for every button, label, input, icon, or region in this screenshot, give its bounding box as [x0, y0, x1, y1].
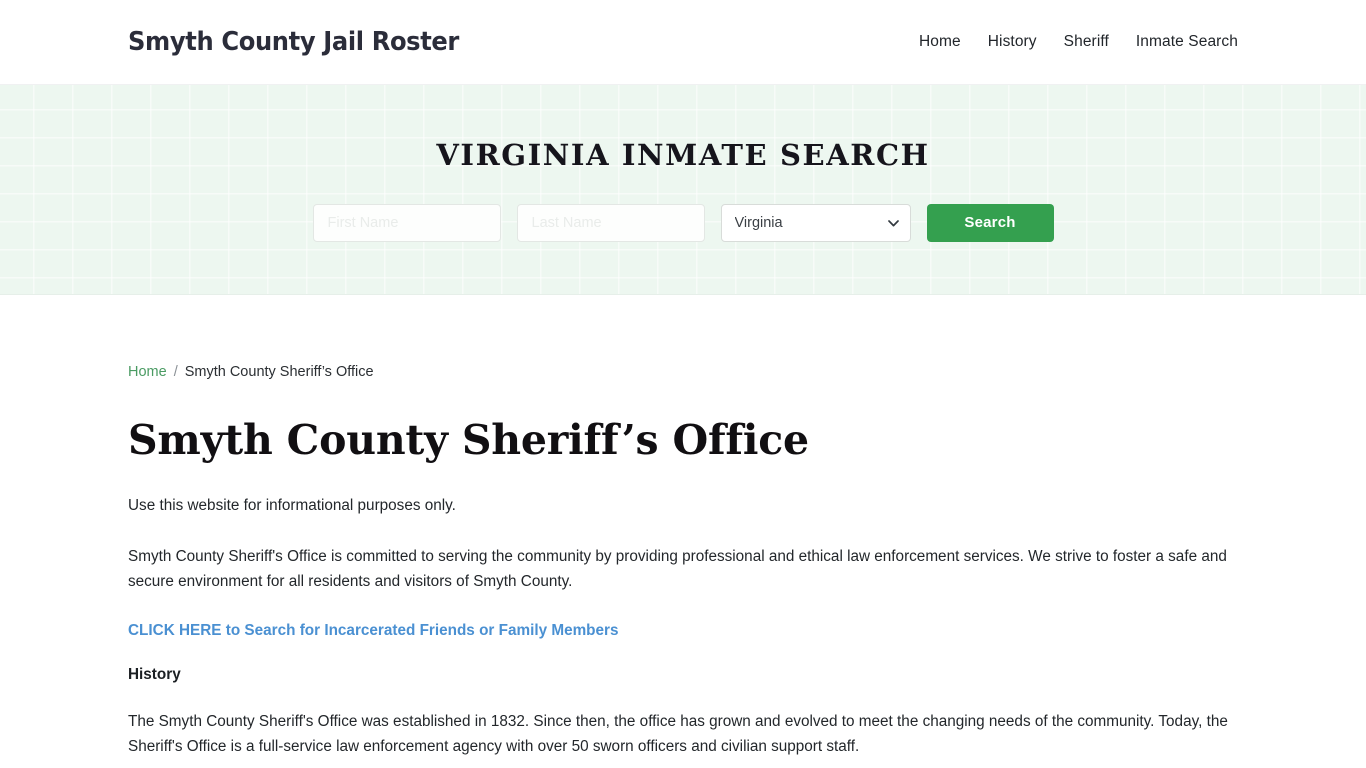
- first-name-input[interactable]: [312, 203, 501, 242]
- state-select-wrapper: Virginia: [720, 203, 911, 242]
- last-name-input[interactable]: [516, 203, 705, 242]
- disclaimer-text: Use this website for informational purpo…: [128, 497, 456, 515]
- main-content: Home / Smyth County Sheriff’s Office Smy…: [0, 295, 1366, 768]
- breadcrumb-link-home[interactable]: Home: [128, 364, 167, 380]
- nav-link-sheriff[interactable]: Sheriff: [1064, 33, 1109, 51]
- nav-link-inmate-search[interactable]: Inmate Search: [1136, 33, 1238, 51]
- breadcrumb-current-page: Smyth County Sheriff’s Office: [184, 364, 374, 380]
- site-brand-logo[interactable]: Smyth County Jail Roster: [128, 27, 459, 57]
- hero-title: VIRGINIA INMATE SEARCH: [436, 137, 930, 172]
- search-button[interactable]: Search: [926, 203, 1054, 242]
- inmate-search-form: Virginia Search: [312, 203, 1054, 242]
- nav-link-history[interactable]: History: [988, 33, 1037, 51]
- intro-paragraph: Smyth County Sheriff's Office is committ…: [128, 547, 1227, 590]
- state-select[interactable]: Virginia: [720, 203, 911, 242]
- history-heading: History: [128, 666, 181, 684]
- hero-search-section: VIRGINIA INMATE SEARCH Virginia Search: [0, 85, 1366, 295]
- breadcrumb: Home / Smyth County Sheriff’s Office: [128, 295, 1238, 380]
- history-paragraph: The Smyth County Sheriff's Office was es…: [128, 713, 1228, 756]
- main-navigation: Home History Sheriff Inmate Search: [919, 33, 1238, 51]
- site-header: Smyth County Jail Roster Home History Sh…: [0, 0, 1366, 85]
- breadcrumb-separator: /: [173, 364, 178, 380]
- page-title: Smyth County Sheriff’s Office: [128, 416, 809, 464]
- nav-link-home[interactable]: Home: [919, 33, 961, 51]
- inmate-search-cta-link[interactable]: CLICK HERE to Search for Incarcerated Fr…: [128, 622, 619, 640]
